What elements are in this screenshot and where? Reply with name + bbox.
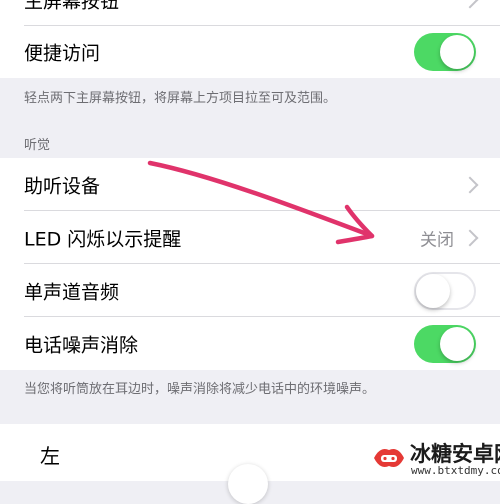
watermark-url: www.btxtdmy.com <box>411 464 500 477</box>
hearing-devices-label: 助听设备 <box>24 175 101 197</box>
home-button-label: 主屏幕按钮 <box>24 0 120 13</box>
balance-left-label: 左 <box>40 444 60 468</box>
reachability-footnote: 轻点两下主屏幕按钮，将屏幕上方项目拉至可及范围。 <box>24 91 337 106</box>
chevron-right-icon <box>461 0 479 9</box>
reachability-label: 便捷访问 <box>24 42 101 65</box>
reachability-row: 便捷访问 <box>0 26 500 78</box>
toggle-knob <box>440 35 474 69</box>
reachability-toggle[interactable] <box>414 33 476 71</box>
mono-audio-label: 单声道音频 <box>24 281 120 303</box>
led-flash-row[interactable]: LED 闪烁以示提醒 关闭 <box>0 211 500 264</box>
toggle-knob <box>416 273 450 308</box>
led-flash-value: 关闭 <box>420 230 454 250</box>
noise-cancellation-footnote: 当您将听筒放在耳边时，噪声消除将减少电话中的环境噪声。 <box>24 382 376 397</box>
noise-cancellation-label: 电话噪声消除 <box>24 334 139 356</box>
mono-audio-toggle[interactable] <box>414 271 476 310</box>
watermark-logo-icon <box>374 449 404 467</box>
home-button-row[interactable]: 主屏幕按钮 <box>0 0 500 26</box>
toggle-knob <box>440 326 474 361</box>
noise-cancellation-row: 电话噪声消除 <box>0 317 500 370</box>
chevron-right-icon <box>461 229 479 246</box>
balance-slider-knob[interactable] <box>228 464 268 504</box>
hearing-devices-row[interactable]: 助听设备 <box>0 158 500 211</box>
chevron-right-icon <box>461 176 479 193</box>
mono-audio-row: 单声道音频 <box>0 264 500 317</box>
noise-cancellation-toggle[interactable] <box>414 324 476 363</box>
led-flash-label: LED 闪烁以示提醒 <box>24 228 182 250</box>
section-header-hearing: 听觉 <box>24 138 51 153</box>
watermark: 冰糖安卓网 www.btxtdmy.com <box>364 436 500 481</box>
